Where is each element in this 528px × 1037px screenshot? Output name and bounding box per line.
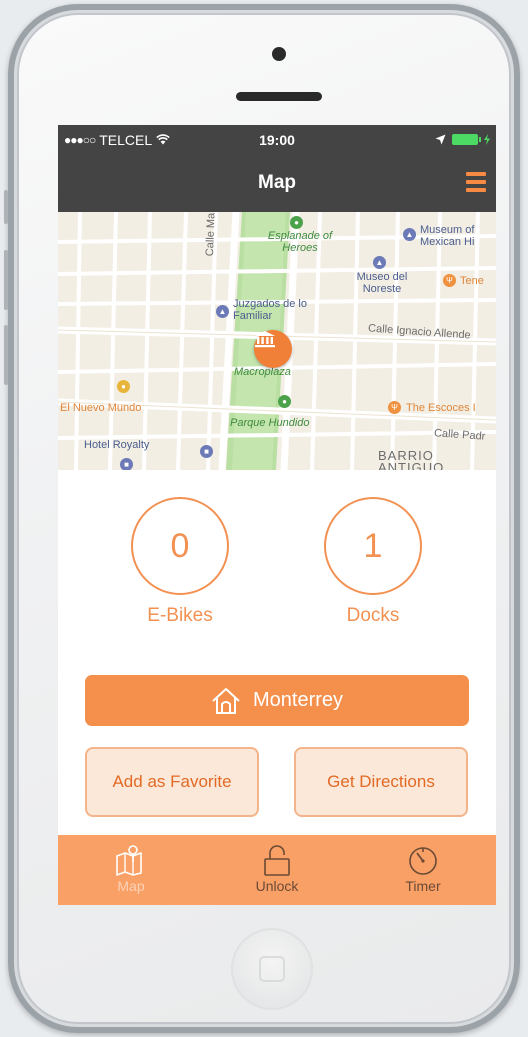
docks-label: Docks (346, 605, 400, 626)
ebikes-label: E-Bikes (147, 605, 213, 626)
battery-icon (452, 134, 481, 145)
location-arrow-icon (435, 134, 446, 145)
park-poi-icon: ● (290, 216, 303, 229)
earpiece-speaker (236, 92, 322, 101)
map-label-macroplaza: Macroplaza (234, 366, 291, 378)
carrier-name: TELCEL (99, 131, 153, 148)
ebikes-count: 0 (131, 497, 229, 595)
bar-poi-icon: Ψ (388, 401, 401, 414)
station-stats: 0 E-Bikes 1 Docks (58, 470, 496, 645)
nav-bar: Map (58, 154, 496, 212)
volume-up-button (4, 250, 8, 310)
tab-label: Timer (405, 878, 441, 894)
institution-icon (255, 331, 275, 348)
juzgados-poi-icon: ▲ (216, 305, 229, 318)
add-favorite-button[interactable]: Add as Favorite (85, 747, 259, 817)
page-title: Map (258, 172, 296, 193)
docks-count: 1 (324, 497, 422, 595)
ebikes-stat: 0 E-Bikes (131, 497, 229, 627)
timer-icon (409, 847, 437, 875)
hotel-poi-icon: ■ (200, 445, 213, 458)
hotel-poi-icon-2: ■ (120, 458, 133, 470)
tab-map[interactable]: Map (58, 835, 204, 905)
parque-poi-icon: ● (278, 395, 291, 408)
docks-stat: 1 Docks (324, 497, 422, 627)
charging-icon (484, 134, 490, 145)
map-label-parque-hundido: Parque Hundido (230, 417, 310, 429)
front-camera (272, 47, 286, 61)
restaurant-poi-icon: Ψ (443, 274, 456, 287)
map-label-the-escoces: The Escoces I (406, 402, 476, 414)
tab-timer[interactable]: Timer (350, 835, 496, 905)
map-label-museo-noreste: Museo del Noreste (356, 271, 408, 295)
station-name: Monterrey (252, 689, 344, 711)
map-label-esplanade: Esplanade of Heroes (267, 230, 333, 254)
station-name-button[interactable]: Monterrey (85, 675, 469, 726)
museo-noreste-poi-icon: ▲ (373, 256, 386, 269)
map-label-tene: Tene (460, 275, 484, 287)
map-label-barrio-antiguo: BARRIO ANTIGUO (378, 448, 445, 470)
app-screen: ●●●○○ TELCEL 19:00 Map Calle Ma ● Esplan… (58, 125, 496, 905)
wifi-icon (156, 134, 170, 145)
status-bar: ●●●○○ TELCEL 19:00 (58, 125, 496, 154)
home-button[interactable] (231, 928, 313, 1010)
volume-down-button (4, 325, 8, 385)
home-icon (212, 687, 240, 714)
map-icon (116, 845, 142, 876)
tab-label: Unlock (255, 878, 299, 894)
tab-label: Map (117, 878, 145, 894)
get-directions-button[interactable]: Get Directions (294, 747, 468, 817)
shop-poi-icon: ● (117, 380, 130, 393)
map-view[interactable]: Calle Ma ● Esplanade of Heroes ▲ Museum … (58, 212, 496, 470)
hamburger-icon[interactable] (466, 172, 486, 192)
mute-switch (4, 190, 8, 224)
museum-pin-icon[interactable] (254, 330, 292, 368)
map-label-hotel-royalty: Hotel Royalty (84, 439, 150, 451)
tab-bar: Map Unlock Timer (58, 835, 496, 905)
map-label-el-nuevo-mundo: El Nuevo Mundo (60, 402, 142, 414)
museum-poi-icon: ▲ (403, 228, 416, 241)
map-label-calle-ma: Calle Ma (204, 212, 218, 257)
signal-strength: ●●●○○ (64, 132, 96, 147)
tab-unlock[interactable]: Unlock (204, 835, 350, 905)
unlock-icon (264, 845, 290, 876)
map-label-juzgados: Juzgados de lo Familiar (233, 298, 307, 322)
map-label-museum: Museum of Mexican Hi (420, 224, 475, 248)
